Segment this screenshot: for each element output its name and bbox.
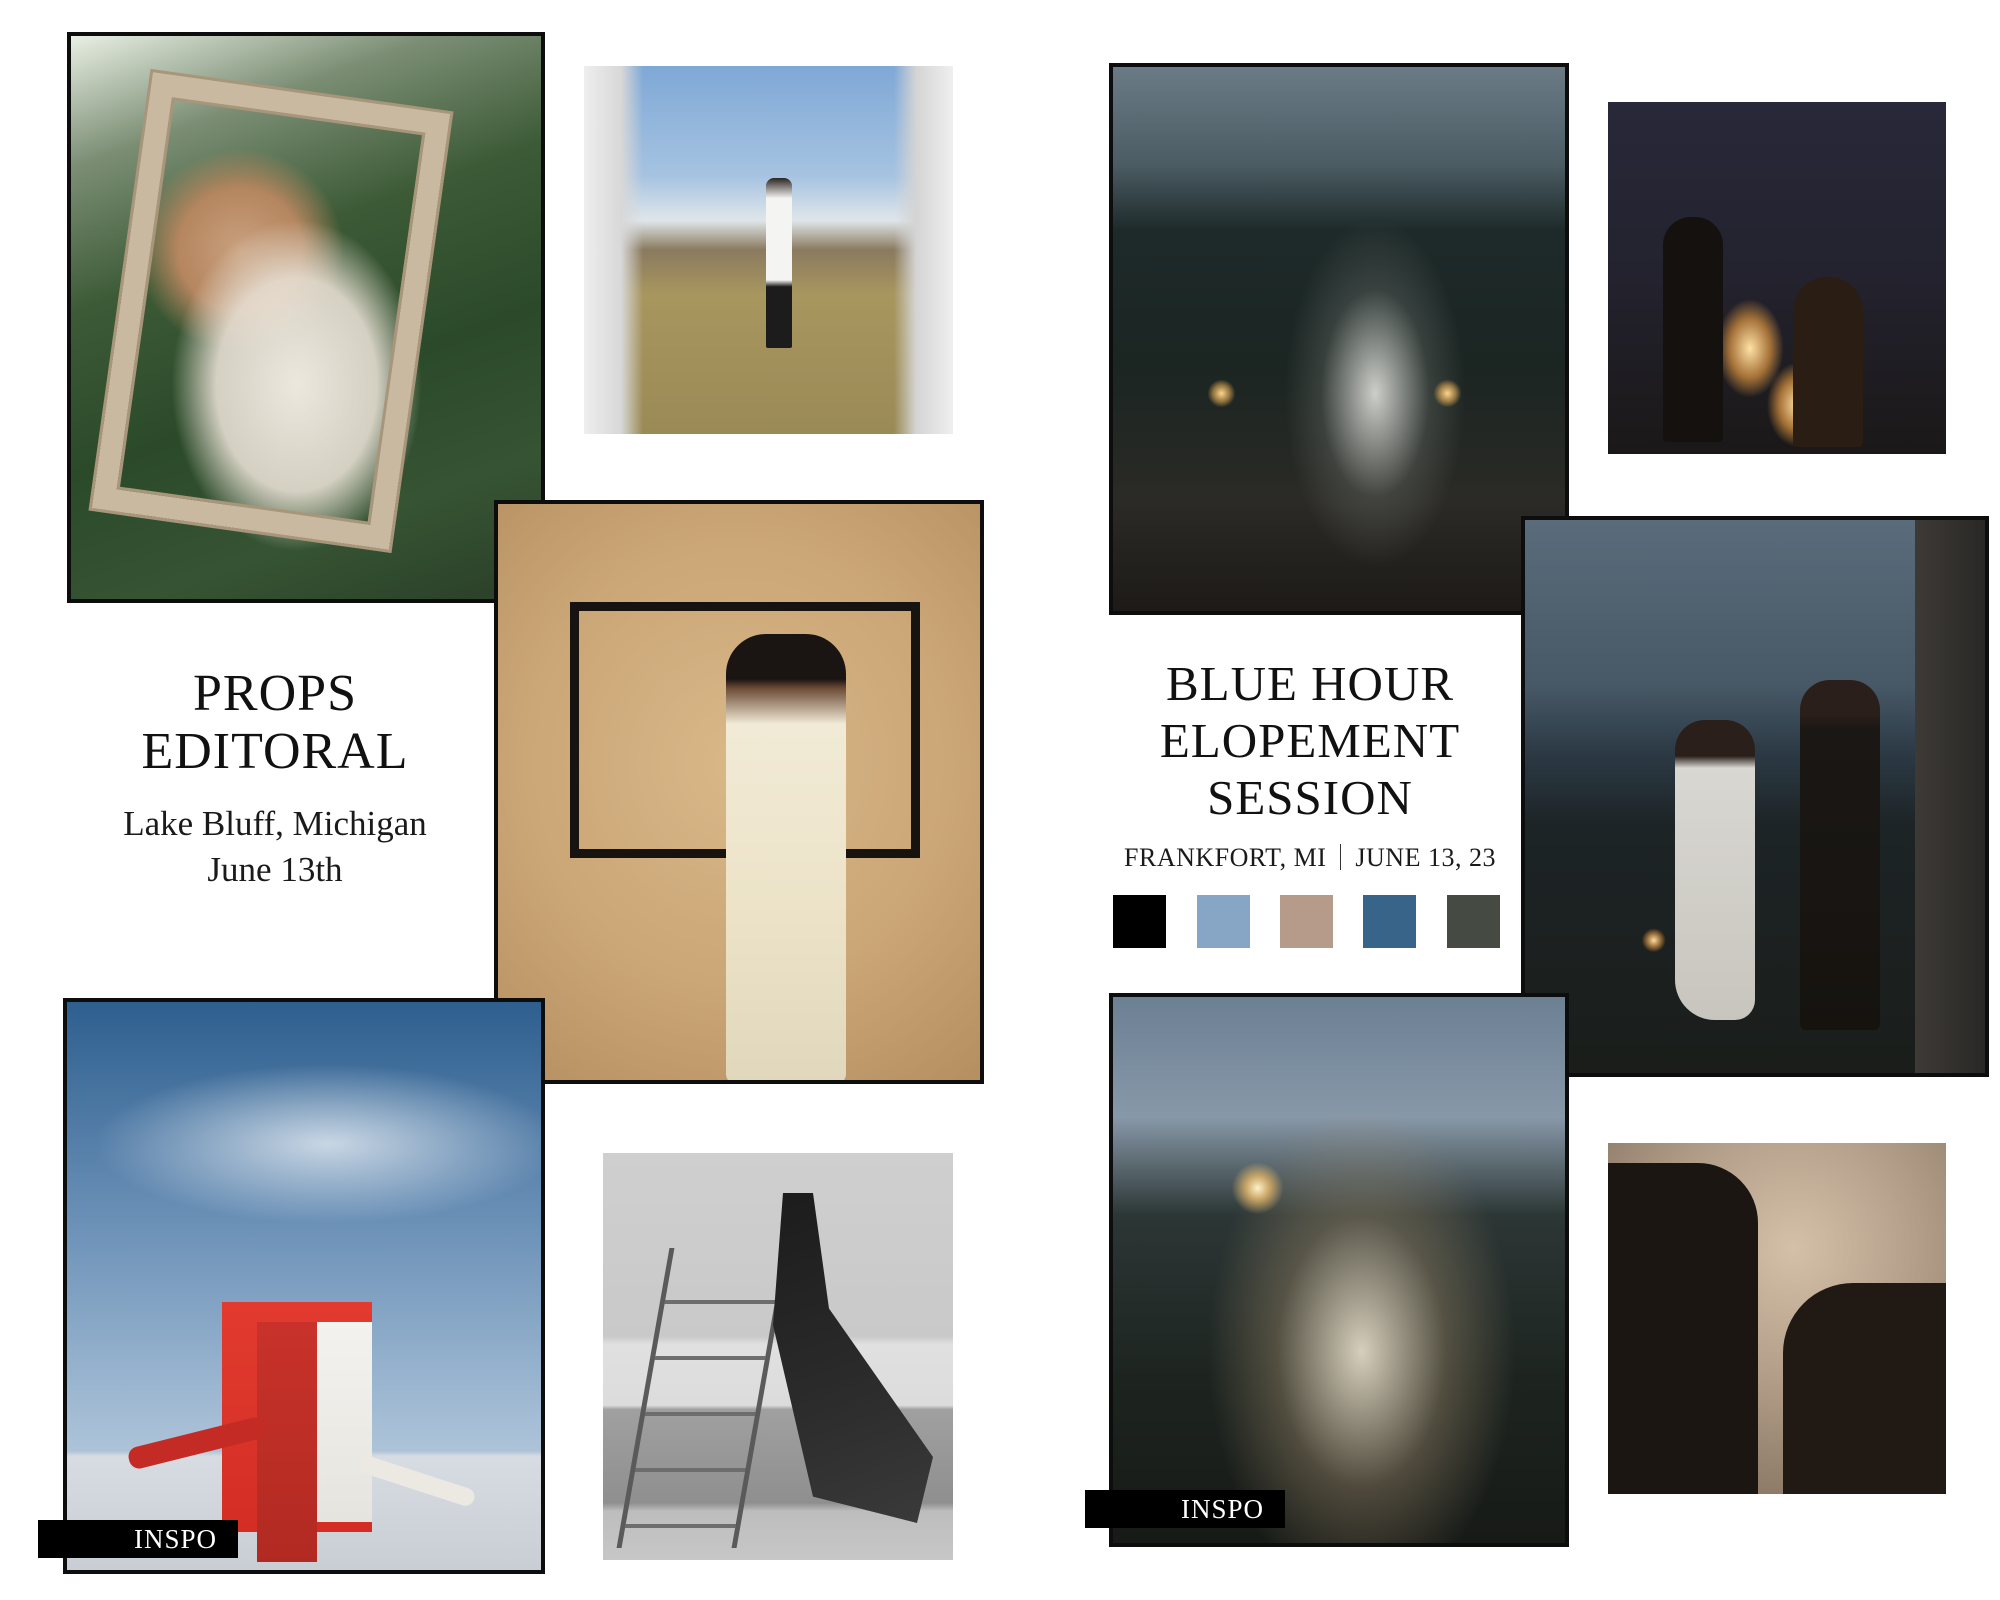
location-text: Lake Bluff, Michigan bbox=[123, 804, 427, 843]
photo-red-backdrop-salt-flats bbox=[63, 998, 545, 1574]
photo-man-field-sheets bbox=[584, 66, 953, 434]
divider bbox=[1340, 844, 1342, 870]
blue-hour-title-block: BLUE HOUR ELOPEMENT SESSION FRANKFORT, M… bbox=[1110, 655, 1510, 878]
inspo-tag-label: INSPO bbox=[134, 1523, 218, 1554]
page-title-line1: BLUE HOUR bbox=[1165, 656, 1455, 711]
man-dark-suit bbox=[1800, 680, 1880, 1030]
woman-white-dress bbox=[1675, 720, 1755, 1020]
props-editorial-title-block: PROPS EDITORAL Lake Bluff, Michigan June… bbox=[80, 665, 470, 893]
date-text: JUNE 13, 23 bbox=[1355, 843, 1496, 872]
inspo-tag-right: INSPO bbox=[1085, 1490, 1285, 1528]
palette-swatch-3 bbox=[1280, 895, 1333, 948]
palette-swatch-1 bbox=[1113, 895, 1166, 948]
inspo-tag-left: INSPO bbox=[38, 1520, 238, 1558]
page-title-line3: SESSION bbox=[1207, 770, 1413, 825]
location-date-line: FRANKFORT, MI JUNE 13, 23 bbox=[1110, 838, 1510, 878]
photo-couple-silhouettes-closeup bbox=[1608, 1143, 1946, 1494]
palette-swatch-5 bbox=[1447, 895, 1500, 948]
page-title-line2: ELOPEMENT bbox=[1159, 713, 1461, 768]
photo-woman-on-ladder bbox=[603, 1153, 953, 1560]
silhouette-woman bbox=[1793, 277, 1863, 447]
silhouette-man-face bbox=[1608, 1163, 1758, 1494]
page-title-line1: PROPS bbox=[193, 665, 357, 722]
page-title-line2: EDITORAL bbox=[141, 723, 409, 780]
photo-couple-silhouette-lanterns bbox=[1608, 102, 1946, 454]
building-wall bbox=[1915, 520, 1985, 1073]
photo-couple-kissing-lantern bbox=[1109, 993, 1569, 1547]
date-text: June 13th bbox=[207, 850, 343, 889]
silhouette-woman-face bbox=[1783, 1283, 1946, 1494]
ladder-shape bbox=[616, 1248, 790, 1548]
location-text: FRANKFORT, MI bbox=[1124, 843, 1327, 872]
photo-woman-black-frame bbox=[494, 500, 984, 1084]
man-figure bbox=[766, 178, 792, 348]
silhouette-man bbox=[1663, 217, 1723, 442]
palette-swatch-4 bbox=[1363, 895, 1416, 948]
woman-figure bbox=[726, 634, 846, 1080]
palette-swatch-2 bbox=[1197, 895, 1250, 948]
inspo-tag-label: INSPO bbox=[1181, 1493, 1265, 1524]
ornate-frame-prop bbox=[91, 72, 451, 550]
photo-woman-ornate-frame bbox=[67, 32, 545, 603]
photo-couple-walking-dusk bbox=[1521, 516, 1989, 1077]
photo-couple-lanterns-rock bbox=[1109, 63, 1569, 615]
